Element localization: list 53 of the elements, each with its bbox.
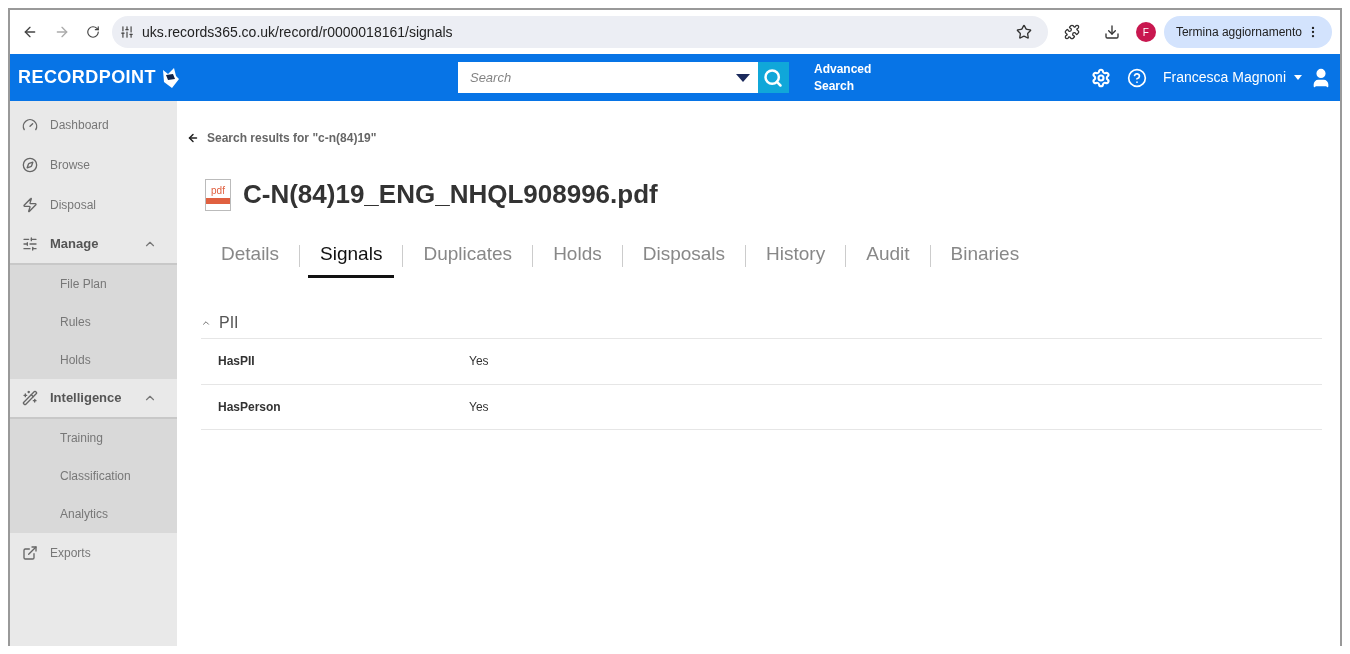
tab[interactable]: Disposals: [630, 234, 738, 278]
record-title: C-N(84)19_ENG_NHQL908996.pdf: [243, 178, 658, 211]
download-icon[interactable]: [1103, 24, 1120, 40]
sidebar-item-icon: [22, 117, 38, 133]
search-field[interactable]: Search: [457, 62, 758, 93]
update-button[interactable]: Termina aggiornamento: [1163, 16, 1332, 48]
logo-text: RECORDPOINT: [18, 66, 156, 89]
user-menu[interactable]: Francesca Magnoni: [1163, 67, 1302, 88]
sidebar-item[interactable]: Exports: [10, 533, 177, 573]
signal-value: Yes: [469, 398, 489, 416]
sidebar-item-icon: [22, 545, 38, 561]
sidebar-subitem[interactable]: Rules: [10, 303, 177, 341]
tab[interactable]: Signals: [308, 234, 395, 278]
tab[interactable]: Audit: [854, 234, 922, 278]
sidebar-item-icon: [22, 236, 38, 252]
signal-name: HasPerson: [217, 398, 282, 416]
pdf-file-icon: pdf: [205, 178, 231, 211]
back-link[interactable]: Search results for "c-n(84)19": [187, 129, 1322, 147]
sidebar-item-icon: [22, 197, 38, 213]
tab[interactable]: History: [754, 234, 838, 278]
bookmark-star-icon[interactable]: [1015, 24, 1032, 40]
sidebar-item-icon: [22, 390, 38, 406]
tab[interactable]: Holds: [541, 234, 614, 278]
help-icon[interactable]: [1127, 67, 1148, 88]
sidebar-subitem[interactable]: Training: [10, 419, 177, 457]
address-bar[interactable]: uks.records365.co.uk/record/r0000018161/signals: [112, 16, 1048, 48]
sidebar-item[interactable]: Dashboard: [10, 105, 177, 145]
advanced-search-link[interactable]: Advanced Search: [813, 60, 884, 95]
tab[interactable]: Details: [209, 234, 292, 278]
reload-icon[interactable]: [86, 25, 100, 39]
search-button[interactable]: [757, 62, 789, 93]
dropdown-caret-icon[interactable]: [735, 74, 750, 82]
tab[interactable]: Duplicates: [411, 234, 525, 278]
sidebar-item-icon: [22, 157, 38, 173]
search-icon: [763, 67, 784, 88]
sidebar-subitem[interactable]: Classification: [10, 457, 177, 495]
site-settings-icon[interactable]: [120, 25, 134, 39]
back-arrow-icon: [187, 132, 199, 144]
sidebar-subitem[interactable]: Analytics: [10, 495, 177, 533]
sidebar-subitem[interactable]: File Plan: [10, 265, 177, 303]
url-text: uks.records365.co.uk/record/r0000018161/signals: [142, 22, 453, 42]
signal-value: Yes: [469, 353, 489, 370]
sidebar-item[interactable]: Browse: [10, 145, 177, 185]
tab[interactable]: Binaries: [938, 234, 1032, 278]
settings-icon[interactable]: [1091, 67, 1112, 88]
back-icon[interactable]: [22, 24, 38, 40]
sidebar-item[interactable]: Disposal: [10, 185, 177, 225]
caret-down-icon: [1294, 75, 1302, 80]
section-toggle[interactable]: PII: [201, 307, 1322, 338]
profile-avatar[interactable]: F: [1135, 22, 1156, 42]
sidebar-subitem[interactable]: Holds: [10, 341, 177, 379]
signal-name: HasPII: [217, 353, 256, 370]
extensions-icon[interactable]: [1063, 24, 1080, 40]
